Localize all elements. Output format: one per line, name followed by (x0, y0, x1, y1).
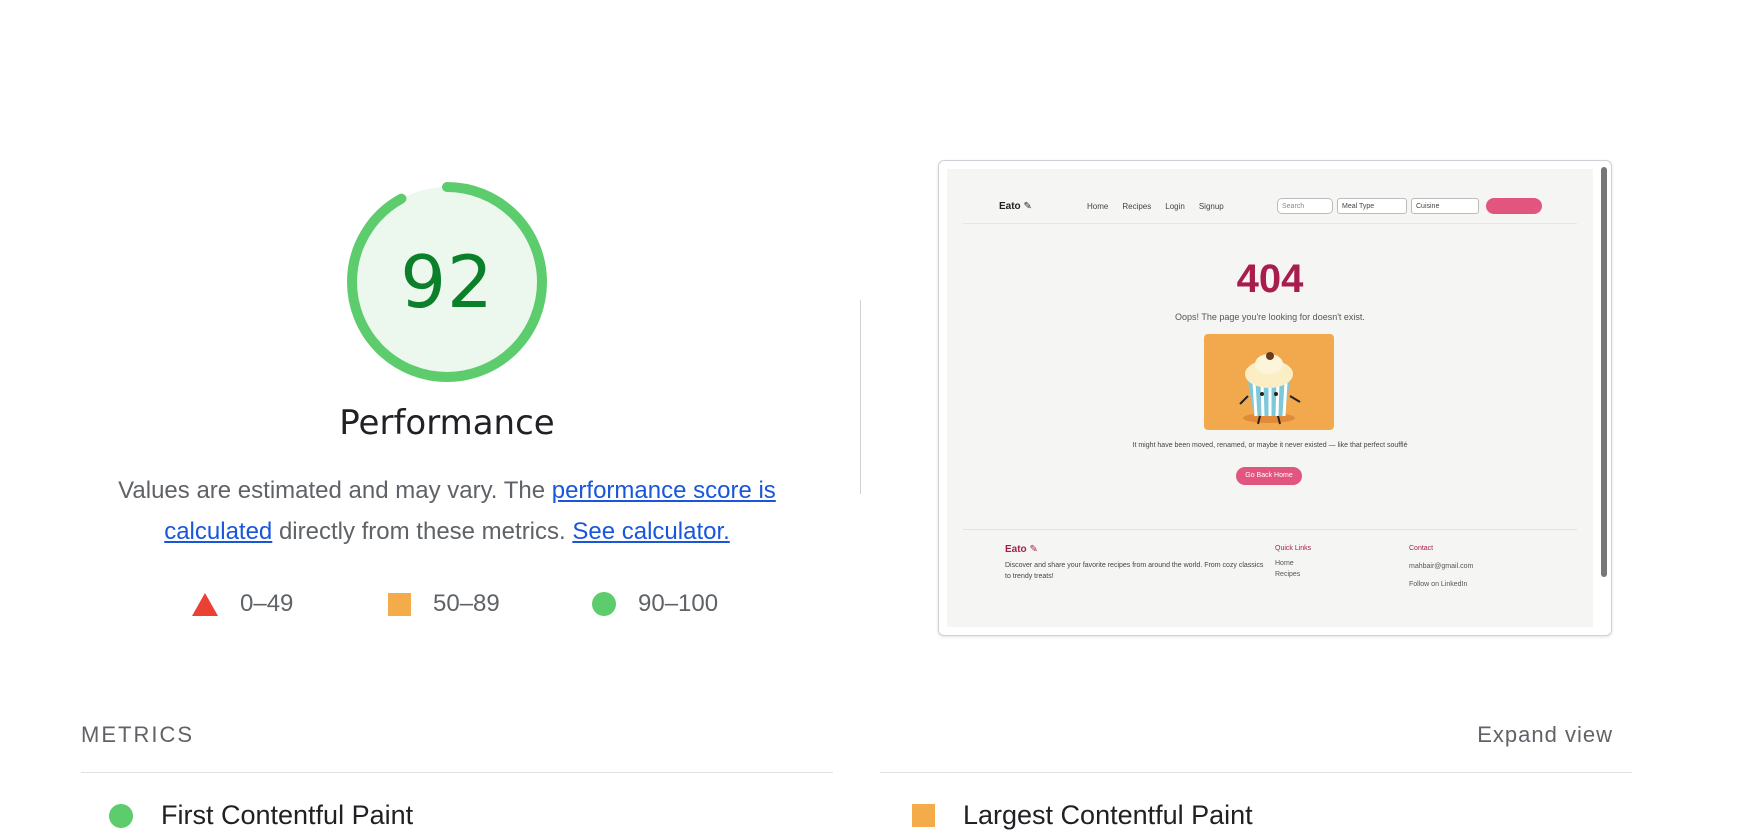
screenshot-nav-item: Signup (1198, 202, 1224, 211)
performance-score: 92 (400, 240, 494, 324)
performance-description: Values are estimated and may vary. The p… (87, 470, 807, 552)
metric-first-contentful-paint[interactable]: First Contentful Paint (109, 800, 413, 831)
metric-largest-contentful-paint[interactable]: Largest Contentful Paint (912, 800, 1253, 831)
final-screenshot[interactable]: Eato ✎ Home Recipes Login Signup Search … (938, 160, 1612, 636)
legend-fail: 0–49 (192, 590, 293, 618)
average-square-icon (912, 804, 935, 827)
vertical-divider (860, 300, 861, 494)
screenshot-quick-links-title: Quick Links (1275, 545, 1312, 552)
legend-average: 50–89 (388, 590, 500, 618)
metrics-divider-right (880, 772, 1632, 773)
screenshot-nav-item: Login (1165, 202, 1185, 211)
see-calculator-link[interactable]: See calculator. (572, 518, 729, 545)
screenshot-page: Eato ✎ Home Recipes Login Signup Search … (947, 169, 1593, 627)
expand-view-button[interactable]: Expand view (1477, 722, 1613, 748)
metrics-divider-left (81, 772, 833, 773)
screenshot-contact-title: Contact (1409, 545, 1434, 552)
screenshot-logo: Eato ✎ (999, 201, 1032, 212)
metric-label: Largest Contentful Paint (963, 800, 1253, 830)
screenshot-nav-item: Recipes (1122, 202, 1152, 211)
metric-label: First Contentful Paint (161, 800, 414, 830)
screenshot-footer-desc: Discover and share your favorite recipes… (1005, 562, 1264, 580)
screenshot-search-button (1486, 198, 1542, 214)
screenshot-navbar: Eato ✎ Home Recipes Login Signup Search … (963, 185, 1577, 224)
description-text-2: directly from these metrics. (272, 518, 573, 545)
cupcake-illustration (1204, 334, 1334, 430)
screenshot-quick-links: Home Recipes (1275, 558, 1300, 580)
pencil-icon: ✎ (1029, 544, 1038, 555)
metrics-section-label: METRICS (81, 722, 194, 747)
cupcake-icon (1239, 352, 1301, 425)
fail-triangle-icon (192, 592, 218, 616)
screenshot-scrollbar[interactable] (1601, 167, 1607, 577)
screenshot-meal-type: Meal Type (1337, 198, 1407, 214)
screenshot-footer-logo: Eato ✎ (1005, 544, 1038, 555)
screenshot-nav-links: Home Recipes Login Signup (1087, 202, 1224, 211)
pass-circle-icon (592, 592, 616, 616)
screenshot-cuisine: Cuisine (1411, 198, 1479, 214)
pass-circle-icon (109, 803, 133, 828)
screenshot-contact: mahbair@gmail.com Follow on LinkedIn (1409, 558, 1473, 594)
screenshot-search: Search (1277, 198, 1333, 214)
screenshot-contact-email: mahbair@gmail.com (1409, 563, 1474, 570)
legend-label: 90–100 (638, 590, 719, 617)
legend-label: 0–49 (240, 590, 294, 617)
screenshot-quick-link: Recipes (1275, 571, 1301, 578)
legend-pass: 90–100 (592, 590, 718, 618)
screenshot-message: It might have been moved, renamed, or ma… (1132, 442, 1408, 449)
legend-label: 50–89 (433, 590, 500, 617)
screenshot-quick-link: Home (1275, 560, 1294, 567)
screenshot-oops-text: Oops! The page you're looking for doesn'… (1175, 312, 1365, 322)
screenshot-home-button: Go Back Home (1236, 467, 1302, 485)
screenshot-contact-follow: Follow on LinkedIn (1409, 581, 1468, 588)
performance-title: Performance (339, 403, 555, 443)
screenshot-404: 404 (1236, 257, 1304, 301)
average-square-icon (388, 592, 411, 616)
screenshot-footer-divider (963, 529, 1577, 530)
description-text-1: Values are estimated and may vary. The (118, 477, 552, 504)
pencil-icon: ✎ (1023, 201, 1032, 212)
screenshot-nav-item: Home (1087, 202, 1109, 211)
